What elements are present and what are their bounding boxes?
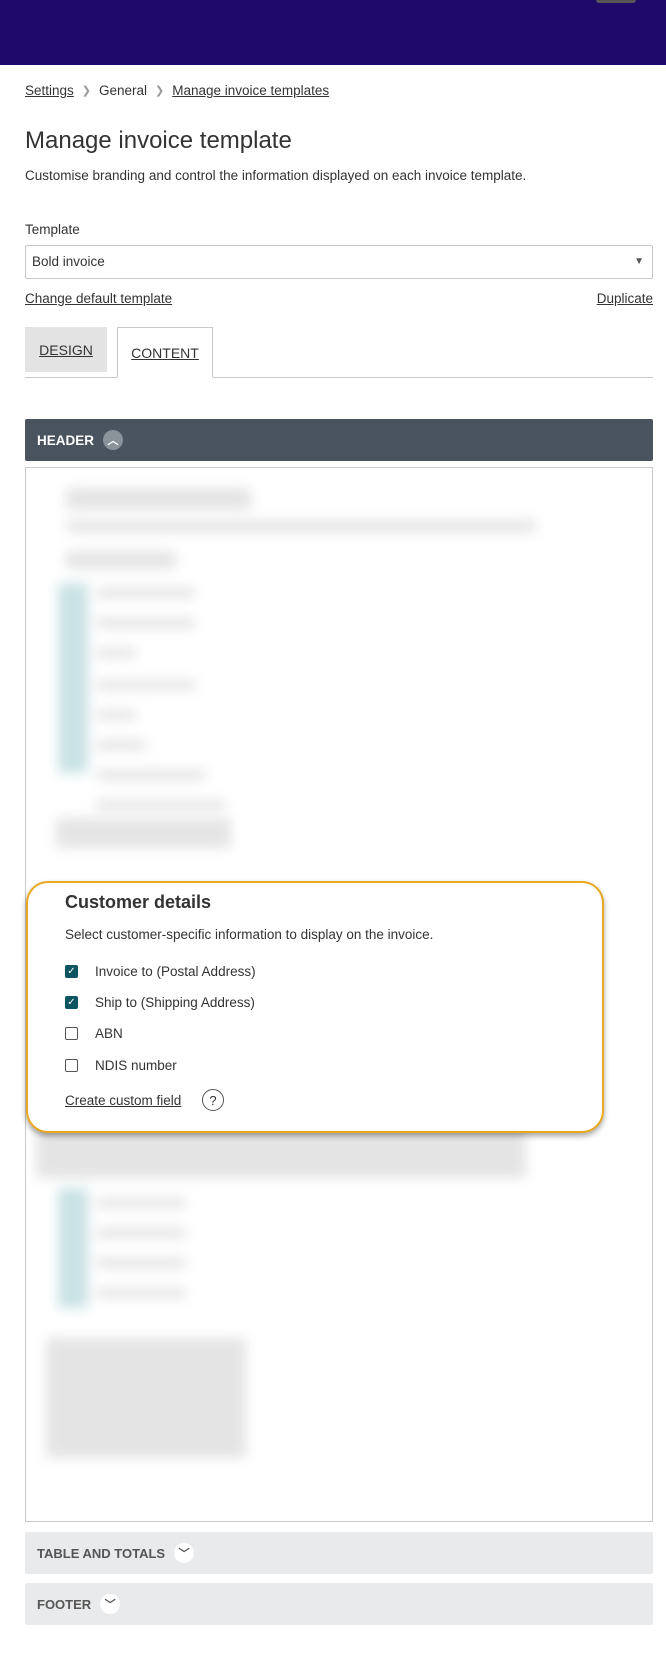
help-icon[interactable]: ? [202, 1089, 224, 1111]
section-header-footer[interactable]: FOOTER ﹀ [25, 1583, 653, 1625]
blurred-content [96, 588, 196, 598]
chevron-up-icon: ︿ [103, 430, 124, 450]
blurred-content [46, 1338, 246, 1458]
template-select-value: Bold invoice [32, 254, 105, 269]
option-label: ABN [95, 1026, 123, 1041]
page-description: Customise branding and control the infor… [25, 168, 527, 183]
checkbox-unchecked[interactable] [65, 1027, 78, 1040]
template-label: Template [25, 222, 80, 237]
blurred-content [96, 680, 196, 690]
blurred-content [96, 618, 196, 628]
top-navigation-bar [0, 0, 666, 65]
blurred-content [96, 800, 226, 810]
option-label: Invoice to (Postal Address) [95, 964, 256, 979]
blurred-content [58, 1188, 88, 1308]
blurred-content [96, 1258, 186, 1268]
tab-design[interactable]: DESIGN [25, 327, 107, 372]
change-default-template-link[interactable]: Change default template [25, 291, 172, 306]
page-title: Manage invoice template [25, 127, 292, 154]
dropdown-arrow-icon: ▼ [634, 256, 644, 267]
blurred-content [56, 818, 231, 848]
blurred-content [96, 770, 206, 780]
breadcrumb-general: General [99, 83, 148, 98]
section-header-header[interactable]: HEADER ︿ [25, 419, 653, 461]
breadcrumb-manage-invoice-templates[interactable]: Manage invoice templates [172, 83, 329, 98]
chevron-right-icon: ❯ [81, 85, 91, 97]
blurred-content [96, 1228, 186, 1238]
section-header-label: TABLE AND TOTALS [37, 1545, 166, 1561]
customer-details-title: Customer details [65, 892, 212, 912]
customer-details-description: Select customer-specific information to … [65, 927, 434, 942]
section-header-table-and-totals[interactable]: TABLE AND TOTALS ﹀ [25, 1532, 653, 1574]
breadcrumb-settings[interactable]: Settings [25, 83, 74, 98]
option-label: NDIS number [95, 1058, 177, 1073]
blurred-content [66, 488, 251, 510]
option-abn[interactable]: ABN [65, 1026, 123, 1041]
chevron-right-icon: ❯ [155, 85, 165, 97]
blurred-content [66, 520, 536, 532]
checkbox-unchecked[interactable] [65, 1059, 78, 1072]
blurred-content [96, 1198, 186, 1208]
chevron-down-icon: ﹀ [174, 1543, 195, 1563]
checkbox-checked[interactable]: ✓ [65, 965, 78, 978]
tab-content[interactable]: CONTENT [117, 327, 213, 378]
checkbox-checked[interactable]: ✓ [65, 996, 78, 1009]
duplicate-link[interactable]: Duplicate [597, 291, 653, 306]
section-header-label: FOOTER [37, 1596, 92, 1612]
blurred-content [66, 551, 176, 569]
option-invoice-to[interactable]: ✓ Invoice to (Postal Address) [65, 964, 256, 979]
topbar-corner-element [596, 0, 636, 3]
blurred-content [96, 710, 136, 720]
chevron-down-icon: ﹀ [100, 1594, 121, 1614]
option-ndis-number[interactable]: NDIS number [65, 1058, 177, 1073]
blurred-content [96, 648, 136, 658]
option-ship-to[interactable]: ✓ Ship to (Shipping Address) [65, 995, 255, 1010]
blurred-content [58, 583, 88, 773]
create-custom-field-link[interactable]: Create custom field [65, 1093, 181, 1108]
template-select[interactable]: Bold invoice ▼ [25, 245, 653, 279]
blurred-content [96, 740, 146, 750]
option-label: Ship to (Shipping Address) [95, 995, 255, 1010]
section-header-label: HEADER [37, 432, 95, 448]
breadcrumb: Settings ❯ General ❯ Manage invoice temp… [25, 83, 329, 98]
blurred-content [96, 1288, 186, 1298]
